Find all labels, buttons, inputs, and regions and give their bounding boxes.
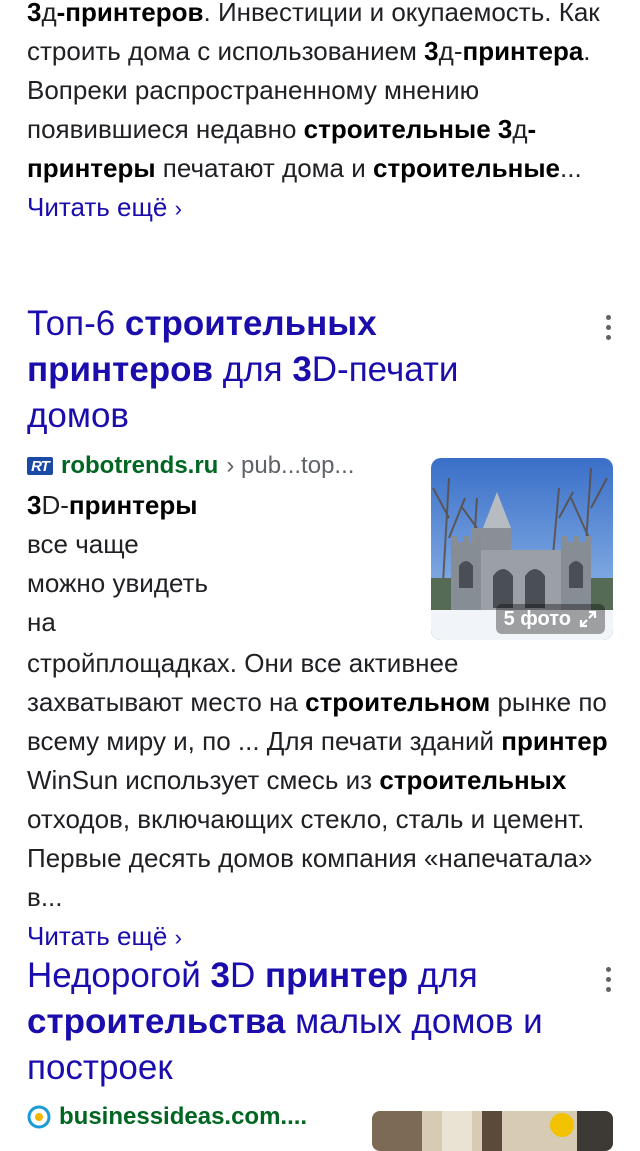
chevron-right-icon: › bbox=[174, 925, 182, 950]
title-fragment: для bbox=[213, 350, 293, 389]
result3-title-text: Недорогой 3D принтер для строительства м… bbox=[27, 956, 543, 1087]
snippet-fragment: WinSun использует смесь из bbox=[27, 765, 380, 795]
businessideas-favicon-icon bbox=[27, 1105, 51, 1129]
snippet-bold-fragment: 3 bbox=[27, 490, 42, 520]
chevron-right-icon: › bbox=[174, 196, 182, 221]
snippet-fragment: д bbox=[41, 0, 57, 27]
snippet-bold-fragment: принтера bbox=[462, 36, 584, 66]
result1-read-more-link[interactable]: Читать ещё › bbox=[27, 192, 182, 222]
title-fragment: Недорогой bbox=[27, 956, 211, 995]
result2-read-more-link[interactable]: Читать ещё › bbox=[27, 921, 182, 951]
read-more-label: Читать ещё bbox=[27, 921, 168, 951]
title-bold-fragment: 3 bbox=[292, 350, 312, 389]
result2-snippet: 3D-принтеры все чаще можно увидеть на ст… bbox=[27, 486, 613, 957]
snippet-fragment: д bbox=[512, 114, 528, 144]
snippet-bold-fragment: принтер bbox=[501, 726, 608, 756]
title-fragment: D bbox=[230, 956, 265, 995]
snippet-fragment: печатают дома и bbox=[155, 153, 373, 183]
snippet-bold-fragment: 3 bbox=[27, 0, 42, 27]
title-fragment: Топ-6 bbox=[27, 304, 125, 343]
result3-photo-image bbox=[372, 1111, 613, 1151]
result2-title-text: Топ-6 строительных принтеров для 3D-печа… bbox=[27, 304, 458, 435]
result2-more-options-kebab-icon[interactable] bbox=[598, 305, 618, 349]
snippet-bold-fragment: -принтеров bbox=[56, 0, 204, 27]
snippet-bold-fragment: строительном bbox=[305, 687, 491, 717]
result3-title-link[interactable]: Недорогой 3D принтер для строительства м… bbox=[27, 953, 567, 1091]
result2-url-path: › pub...top... bbox=[226, 452, 355, 479]
title-bold-fragment: принтер bbox=[265, 956, 409, 995]
result3-more-options-kebab-icon[interactable] bbox=[598, 957, 618, 1001]
snippet-fragment: ... bbox=[560, 153, 582, 183]
snippet-bold-fragment: 3 bbox=[497, 114, 513, 144]
snippet-fragment bbox=[491, 114, 498, 144]
title-bold-fragment: 3 bbox=[210, 956, 230, 995]
snippet-bold-fragment: строительные bbox=[303, 114, 491, 144]
result3-site-row: businessideas.com.... bbox=[27, 1102, 307, 1132]
snippet-bold-fragment: принтеры bbox=[68, 490, 198, 520]
title-fragment: для bbox=[408, 956, 478, 995]
snippet-fragment: отходов, включающих стекло, сталь и цеме… bbox=[27, 804, 593, 912]
snippet-fragment: д bbox=[438, 36, 454, 66]
snippet-bold-fragment: строительных bbox=[379, 765, 567, 795]
result3-image-thumbnail[interactable] bbox=[372, 1111, 613, 1151]
result1-snippet-text: 3д-принтеров. Инвестиции и окупаемость. … bbox=[27, 0, 600, 183]
title-bold-fragment: строительства bbox=[27, 1002, 286, 1041]
read-more-label: Читать ещё bbox=[27, 192, 168, 222]
result2-site-row: RT robotrends.ru › pub...top... bbox=[27, 451, 354, 481]
result3-domain-link[interactable]: businessideas.com.... bbox=[59, 1103, 307, 1131]
result2-domain-link[interactable]: robotrends.ru bbox=[61, 452, 218, 480]
result1-snippet: 3д-принтеров. Инвестиции и окупаемость. … bbox=[27, 0, 613, 228]
snippet-bold-fragment: 3 bbox=[424, 36, 439, 66]
snippet-bold-fragment: строительные bbox=[372, 153, 560, 183]
snippet-fragment: D- bbox=[41, 490, 69, 520]
result2-title-link[interactable]: Топ-6 строительных принтеров для 3D-печа… bbox=[27, 301, 567, 439]
robotrends-favicon-icon: RT bbox=[27, 457, 53, 475]
float-spacer bbox=[209, 486, 613, 644]
